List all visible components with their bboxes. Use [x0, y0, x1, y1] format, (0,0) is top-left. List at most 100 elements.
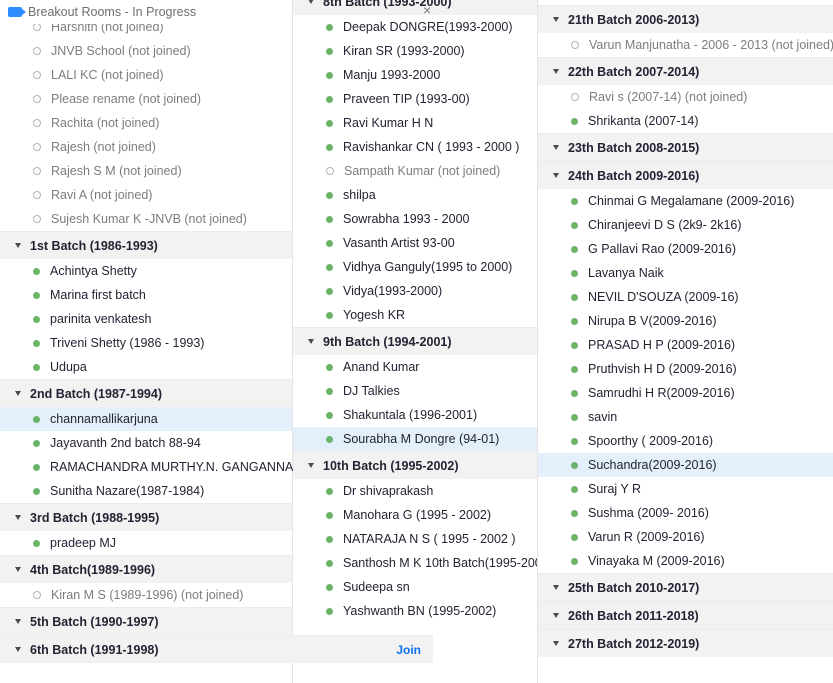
close-icon[interactable]: × [423, 3, 431, 17]
participant-name: Ravi s (2007-14) (not joined) [589, 90, 748, 104]
participant-row[interactable]: Kiran SR (1993-2000) [293, 39, 537, 63]
green-dot-icon [33, 487, 40, 495]
room-name: 27th Batch 2012-2019) [568, 636, 700, 651]
participant-row[interactable]: Varun R (2009-2016) [538, 525, 833, 549]
participant-name: Please rename (not joined) [51, 92, 202, 106]
room-header-26th-batch-2011-2018[interactable]: 26th Batch 2011-2018) [538, 601, 833, 629]
participant-row[interactable]: Triveni Shetty (1986 - 1993) [0, 331, 292, 355]
participant-name: Anand Kumar [343, 360, 420, 374]
participant-row[interactable]: parinita venkatesh [0, 307, 292, 331]
room-header-5th-batch-1990-1997[interactable]: 5th Batch (1990-1997) [0, 607, 292, 635]
participant-row[interactable]: Jayavanth 2nd batch 88-94 [0, 431, 292, 455]
participant-row[interactable]: Rachita (not joined) [0, 111, 292, 135]
participant-row[interactable]: JNVB School (not joined) [0, 39, 292, 63]
participant-row[interactable]: Chinmai G Megalamane (2009-2016) [538, 189, 833, 213]
room-header-3rd-batch-1988-1995[interactable]: 3rd Batch (1988-1995) [0, 503, 292, 531]
participant-name: Vidhya Ganguly(1995 to 2000) [343, 260, 513, 274]
participant-row[interactable]: Spoorthy ( 2009-2016) [538, 429, 833, 453]
green-dot-icon [326, 535, 333, 543]
room-header-22th-batch-2007-2014[interactable]: 22th Batch 2007-2014) [538, 57, 833, 85]
participant-row[interactable]: DJ Talkies [293, 379, 537, 403]
participant-row[interactable]: Santhosh M K 10th Batch(1995-2002) [293, 551, 537, 575]
participant-row[interactable]: Marina first batch [0, 283, 292, 307]
green-dot-icon [326, 95, 333, 103]
participant-name: Pruthvish H D (2009-2016) [588, 362, 737, 376]
participant-row[interactable]: Varun Manjunatha - 2006 - 2013 (not join… [538, 33, 833, 57]
participant-row[interactable]: Manju 1993-2000 [293, 63, 537, 87]
participant-row[interactable]: NEVIL D'SOUZA (2009-16) [538, 285, 833, 309]
participant-row[interactable]: Shakuntala (1996-2001) [293, 403, 537, 427]
room-header-1st-batch-1986-1993[interactable]: 1st Batch (1986-1993) [0, 231, 292, 259]
participant-row[interactable]: Ravishankar CN ( 1993 - 2000 ) [293, 135, 537, 159]
participant-row[interactable]: Ravi Kumar H N [293, 111, 537, 135]
participant-row[interactable]: RAMACHANDRA MURTHY.N. GANGANNA [0, 455, 293, 479]
participant-name: Vidya(1993-2000) [343, 284, 443, 298]
room-header-6th-batch-1991-1998[interactable]: 6th Batch (1991-1998) Join [0, 635, 433, 663]
participant-row[interactable]: Yashwanth BN (1995-2002) [293, 599, 537, 623]
participant-row[interactable]: Deepak DONGRE(1993-2000) [293, 15, 537, 39]
participant-row[interactable]: Sushma (2009- 2016) [538, 501, 833, 525]
participant-row[interactable]: Sourabha M Dongre (94-01) [293, 427, 537, 451]
room-header-27th-batch-2012-2019[interactable]: 27th Batch 2012-2019) [538, 629, 833, 657]
participant-row[interactable]: Vasanth Artist 93-00 [293, 231, 537, 255]
room-header-23th-batch-2008-2015[interactable]: 23th Batch 2008-2015) [538, 133, 833, 161]
room-header-8th-batch-1993-2000[interactable]: 8th Batch (1993-2000) [293, 0, 537, 15]
participant-row[interactable]: Achintya Shetty [0, 259, 292, 283]
participant-row[interactable]: Praveen TIP (1993-00) [293, 87, 537, 111]
participant-row[interactable]: Yogesh KR [293, 303, 537, 327]
participant-row[interactable]: Sujesh Kumar K -JNVB (not joined) [0, 207, 292, 231]
participant-row[interactable]: Ravi s (2007-14) (not joined) [538, 85, 833, 109]
participant-row[interactable]: Anand Kumar [293, 355, 537, 379]
participant-name: Udupa [50, 360, 87, 374]
participant-row[interactable]: Lavanya Naik [538, 261, 833, 285]
participant-row[interactable]: shilpa [293, 183, 537, 207]
participant-row[interactable]: Rajesh (not joined) [0, 135, 292, 159]
room-name: 24th Batch 2009-2016) [568, 168, 700, 183]
room-header-9th-batch-1994-2001[interactable]: 9th Batch (1994-2001) [293, 327, 537, 355]
zoom-logo-icon [8, 7, 26, 17]
room-header-25th-batch-2010-2017[interactable]: 25th Batch 2010-2017) [538, 573, 833, 601]
room-header-4th-batch-1989-1996[interactable]: 4th Batch(1989-1996) [0, 555, 292, 583]
participant-row[interactable]: channamallikarjuna [0, 407, 292, 431]
participant-row[interactable]: Please rename (not joined) [0, 87, 292, 111]
participant-row[interactable]: Suraj Y R [538, 477, 833, 501]
participant-row[interactable]: PRASAD H P (2009-2016) [538, 333, 833, 357]
join-room-button[interactable]: Join [396, 636, 421, 664]
participant-name: Varun Manjunatha - 2006 - 2013 (not join… [589, 38, 833, 52]
room-header-10th-batch-1995-2002[interactable]: 10th Batch (1995-2002) [293, 451, 537, 479]
participant-row[interactable]: Sampath Kumar (not joined) [293, 159, 537, 183]
participant-row[interactable]: Rajesh S M (not joined) [0, 159, 292, 183]
participant-row[interactable]: Kiran M S (1989-1996) (not joined) [0, 583, 292, 607]
participant-row[interactable]: Nirupa B V(2009-2016) [538, 309, 833, 333]
participant-row[interactable]: Sowrabha 1993 - 2000 [293, 207, 537, 231]
participant-row[interactable]: savin [538, 405, 833, 429]
participant-row[interactable]: Shrikanta (2007-14) [538, 109, 833, 133]
hollow-circle-icon [33, 167, 41, 175]
participant-row[interactable]: Suchandra(2009-2016) [538, 453, 833, 477]
participant-row[interactable]: LALI KC (not joined) [0, 63, 292, 87]
participant-row[interactable]: Samrudhi H R(2009-2016) [538, 381, 833, 405]
participant-row[interactable]: Ravi A (not joined) [0, 183, 292, 207]
room-header-21th-batch-2006-2013[interactable]: 21th Batch 2006-2013) [538, 5, 833, 33]
participant-row[interactable]: G Pallavi Rao (2009-2016) [538, 237, 833, 261]
green-dot-icon [33, 539, 40, 547]
caret-down-icon [553, 585, 559, 590]
participant-row[interactable]: Chiranjeevi D S (2k9- 2k16) [538, 213, 833, 237]
participant-row[interactable]: pradeep MJ [0, 531, 292, 555]
participant-row[interactable]: Sudeepa sn [293, 575, 537, 599]
green-dot-icon [571, 437, 578, 445]
participant-row[interactable]: Sunitha Nazare(1987-1984) [0, 479, 292, 503]
participant-row[interactable]: Vidhya Ganguly(1995 to 2000) [293, 255, 537, 279]
green-dot-icon [33, 267, 40, 275]
room-header-24th-batch-2009-2016[interactable]: 24th Batch 2009-2016) [538, 161, 833, 189]
hollow-circle-icon [33, 47, 41, 55]
participant-row[interactable]: Udupa [0, 355, 292, 379]
room-header-2nd-batch-1987-1994[interactable]: 2nd Batch (1987-1994) [0, 379, 292, 407]
participant-row[interactable]: Vidya(1993-2000) [293, 279, 537, 303]
participant-row[interactable]: Vinayaka M (2009-2016) [538, 549, 833, 573]
participant-row[interactable]: Manohara G (1995 - 2002) [293, 503, 537, 527]
participant-row[interactable]: Dr shivaprakash [293, 479, 537, 503]
participant-name: Ravishankar CN ( 1993 - 2000 ) [343, 140, 520, 154]
participant-row[interactable]: Pruthvish H D (2009-2016) [538, 357, 833, 381]
participant-row[interactable]: NATARAJA N S ( 1995 - 2002 ) [293, 527, 537, 551]
